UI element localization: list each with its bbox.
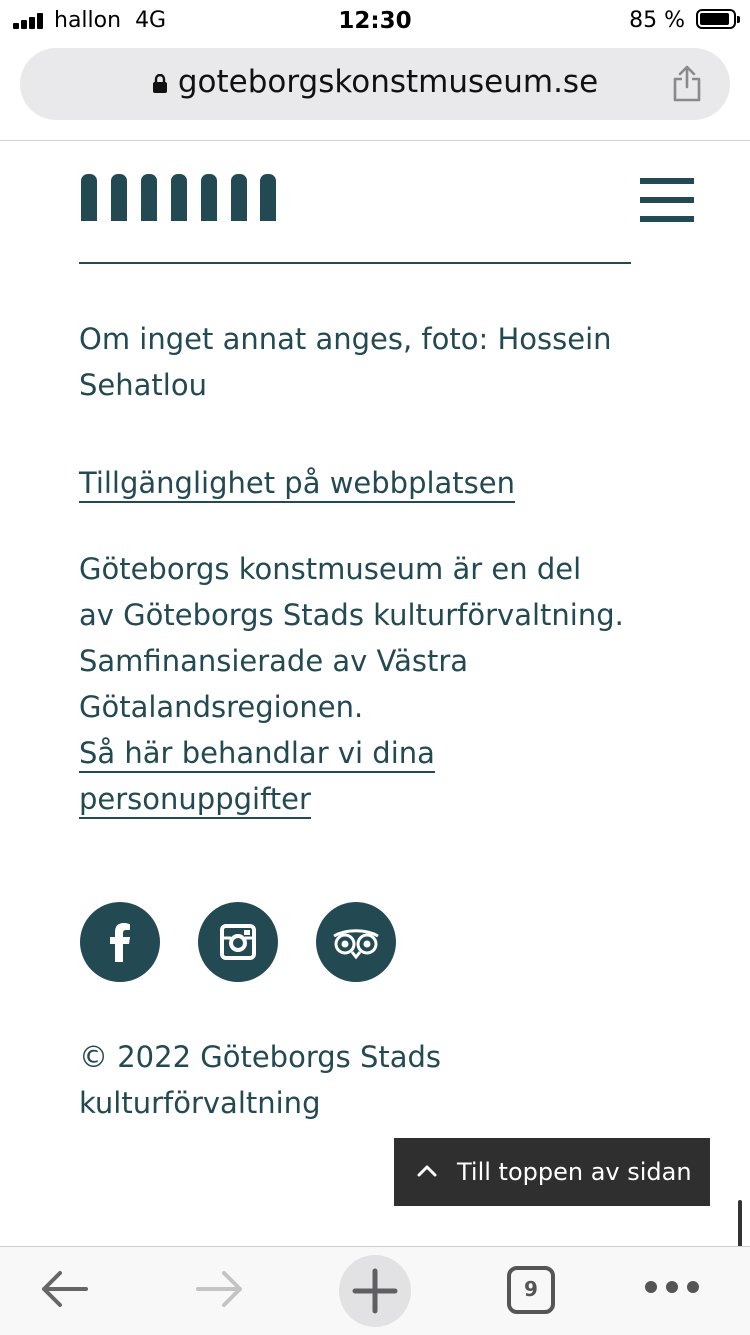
copyright-line: © 2022 Göteborgs Stads: [79, 1040, 442, 1074]
copyright-line: kulturförvaltning: [79, 1086, 321, 1120]
browser-toolbar: 9: [0, 1246, 750, 1335]
url-display[interactable]: goteborgskonstmuseum.se: [20, 64, 730, 102]
copyright: © 2022 Göteborgs Stads kulturförvaltning: [79, 1034, 441, 1126]
share-icon[interactable]: [672, 63, 702, 107]
photo-credit: Om inget annat anges, foto: Hossein Seha…: [79, 322, 612, 402]
instagram-icon[interactable]: [198, 902, 278, 982]
back-arrow-icon[interactable]: [38, 1267, 90, 1315]
battery-percent: 85 %: [629, 8, 685, 33]
status-bar: hallon 4G 12:30 85 %: [0, 0, 750, 42]
privacy-link[interactable]: Så här behandlar vi dina: [79, 736, 435, 773]
about-line: Samfinansierade av Västra: [79, 644, 469, 678]
back-to-top-label: Till toppen av sidan: [457, 1158, 692, 1186]
clipped-link-underline: [79, 262, 631, 264]
browser-divider: [0, 140, 750, 141]
tripadvisor-icon[interactable]: [316, 902, 396, 982]
chevron-up-icon: [416, 1160, 438, 1188]
hamburger-menu-icon[interactable]: [640, 178, 694, 222]
forward-arrow-icon[interactable]: [194, 1267, 246, 1315]
about-text: Göteborgs konstmuseum är en del av Göteb…: [79, 546, 624, 822]
facebook-icon[interactable]: [80, 902, 160, 982]
accessibility-link-wrap: Tillgänglighet på webbplatsen: [79, 460, 516, 506]
privacy-link-continued[interactable]: personuppgifter: [79, 782, 311, 819]
new-tab-plus-icon[interactable]: [339, 1255, 411, 1331]
scrollbar[interactable]: [738, 1200, 742, 1248]
address-bar[interactable]: goteborgskonstmuseum.se: [20, 48, 730, 120]
about-line: av Göteborgs Stads kulturförvaltning.: [79, 598, 624, 632]
url-text: goteborgskonstmuseum.se: [177, 64, 599, 100]
about-line: Götalandsregionen.: [79, 690, 364, 724]
tab-count: 9: [524, 1277, 538, 1301]
back-to-top-button[interactable]: Till toppen av sidan: [394, 1138, 710, 1206]
more-menu-icon[interactable]: [643, 1277, 701, 1301]
accessibility-link[interactable]: Tillgänglighet på webbplatsen: [79, 466, 516, 503]
lock-icon: [152, 66, 168, 102]
tabs-button[interactable]: 9: [507, 1266, 555, 1314]
battery-icon: [696, 9, 740, 29]
about-line: Göteborgs konstmuseum är en del: [79, 552, 582, 586]
